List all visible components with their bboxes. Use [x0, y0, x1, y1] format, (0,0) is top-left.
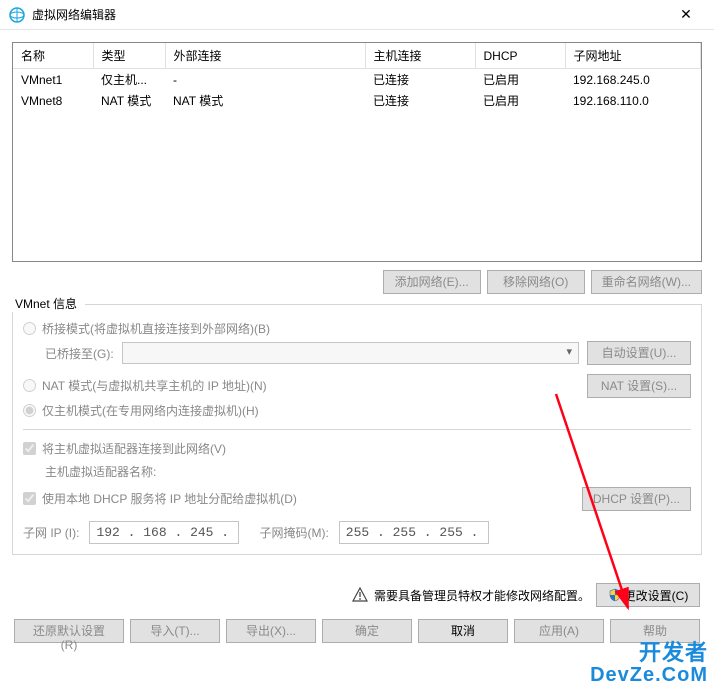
shield-icon	[608, 588, 622, 602]
restore-defaults-button[interactable]: 还原默认设置(R)	[14, 619, 124, 643]
col-subnet[interactable]: 子网地址	[565, 43, 701, 69]
col-dhcp[interactable]: DHCP	[475, 43, 565, 69]
dhcp-settings-button[interactable]: DHCP 设置(P)...	[582, 487, 691, 511]
cell-ext: -	[165, 69, 365, 91]
bridged-to-label: 已桥接至(G):	[45, 345, 114, 362]
nat-radio	[23, 379, 36, 392]
auto-settings-button[interactable]: 自动设置(U)...	[587, 341, 691, 365]
nat-label: NAT 模式(与虚拟机共享主机的 IP 地址)(N)	[42, 377, 267, 394]
export-button[interactable]: 导出(X)...	[226, 619, 316, 643]
col-host[interactable]: 主机连接	[365, 43, 475, 69]
ok-button[interactable]: 确定	[322, 619, 412, 643]
cell-name: VMnet8	[13, 90, 93, 111]
warning-icon	[352, 587, 368, 603]
subnet-mask-input	[339, 521, 489, 544]
vmnet-info-legend: VMnet 信息	[11, 295, 81, 312]
cell-type: NAT 模式	[93, 90, 165, 111]
close-button[interactable]: ✕	[666, 1, 706, 29]
cell-host: 已连接	[365, 90, 475, 111]
hostonly-radio	[23, 404, 36, 417]
cancel-button[interactable]: 取消	[418, 619, 508, 643]
table-row[interactable]: VMnet8 NAT 模式 NAT 模式 已连接 已启用 192.168.110…	[13, 90, 701, 111]
window-title: 虚拟网络编辑器	[32, 6, 666, 23]
help-button[interactable]: 帮助	[610, 619, 700, 643]
bridged-mode-row: 桥接模式(将虚拟机直接连接到外部网络)(B)	[23, 316, 691, 341]
cell-subnet: 192.168.245.0	[565, 69, 701, 91]
admin-notice: 需要具备管理员特权才能修改网络配置。	[374, 587, 590, 604]
cell-ext: NAT 模式	[165, 90, 365, 111]
bridged-to-select	[122, 342, 579, 364]
import-button[interactable]: 导入(T)...	[130, 619, 220, 643]
change-settings-button[interactable]: 更改设置(C)	[596, 583, 700, 607]
col-name[interactable]: 名称	[13, 43, 93, 69]
use-dhcp-checkbox	[23, 492, 36, 505]
add-network-button[interactable]: 添加网络(E)...	[383, 270, 481, 294]
bridged-radio	[23, 322, 36, 335]
table-header-row: 名称 类型 外部连接 主机连接 DHCP 子网地址	[13, 43, 701, 69]
titlebar: 虚拟网络编辑器 ✕	[0, 0, 714, 30]
cell-dhcp: 已启用	[475, 69, 565, 91]
remove-network-button[interactable]: 移除网络(O)	[487, 270, 585, 294]
subnet-ip-input	[89, 521, 239, 544]
connect-host-label: 将主机虚拟适配器连接到此网络(V)	[42, 440, 226, 457]
nat-settings-button[interactable]: NAT 设置(S)...	[587, 374, 691, 398]
apply-button[interactable]: 应用(A)	[514, 619, 604, 643]
hostonly-mode-row: 仅主机模式(在专用网络内连接虚拟机)(H)	[23, 398, 691, 423]
use-dhcp-row: 使用本地 DHCP 服务将 IP 地址分配给虚拟机(D)	[23, 486, 297, 511]
connect-host-row: 将主机虚拟适配器连接到此网络(V)	[23, 436, 691, 461]
cell-type: 仅主机...	[93, 69, 165, 91]
col-ext[interactable]: 外部连接	[165, 43, 365, 69]
use-dhcp-label: 使用本地 DHCP 服务将 IP 地址分配给虚拟机(D)	[42, 490, 297, 507]
bridged-label: 桥接模式(将虚拟机直接连接到外部网络)(B)	[42, 320, 270, 337]
subnet-mask-label: 子网掩码(M):	[259, 524, 328, 541]
subnet-ip-label: 子网 IP (I):	[23, 524, 79, 541]
network-table[interactable]: 名称 类型 外部连接 主机连接 DHCP 子网地址 VMnet1 仅主机... …	[12, 42, 702, 262]
cell-subnet: 192.168.110.0	[565, 90, 701, 111]
col-type[interactable]: 类型	[93, 43, 165, 69]
adapter-name-label: 主机虚拟适配器名称:	[23, 461, 691, 486]
vmnet-info-group: VMnet 信息 桥接模式(将虚拟机直接连接到外部网络)(B) 已桥接至(G):…	[12, 304, 702, 555]
cell-dhcp: 已启用	[475, 90, 565, 111]
nat-mode-row: NAT 模式(与虚拟机共享主机的 IP 地址)(N)	[23, 373, 267, 398]
rename-network-button[interactable]: 重命名网络(W)...	[591, 270, 702, 294]
cell-host: 已连接	[365, 69, 475, 91]
hostonly-label: 仅主机模式(在专用网络内连接虚拟机)(H)	[42, 402, 259, 419]
watermark-line2: DevZe.CoM	[590, 664, 708, 686]
cell-name: VMnet1	[13, 69, 93, 91]
table-row[interactable]: VMnet1 仅主机... - 已连接 已启用 192.168.245.0	[13, 69, 701, 91]
app-icon	[8, 6, 26, 24]
change-settings-label: 更改设置(C)	[624, 589, 689, 603]
connect-host-checkbox	[23, 442, 36, 455]
